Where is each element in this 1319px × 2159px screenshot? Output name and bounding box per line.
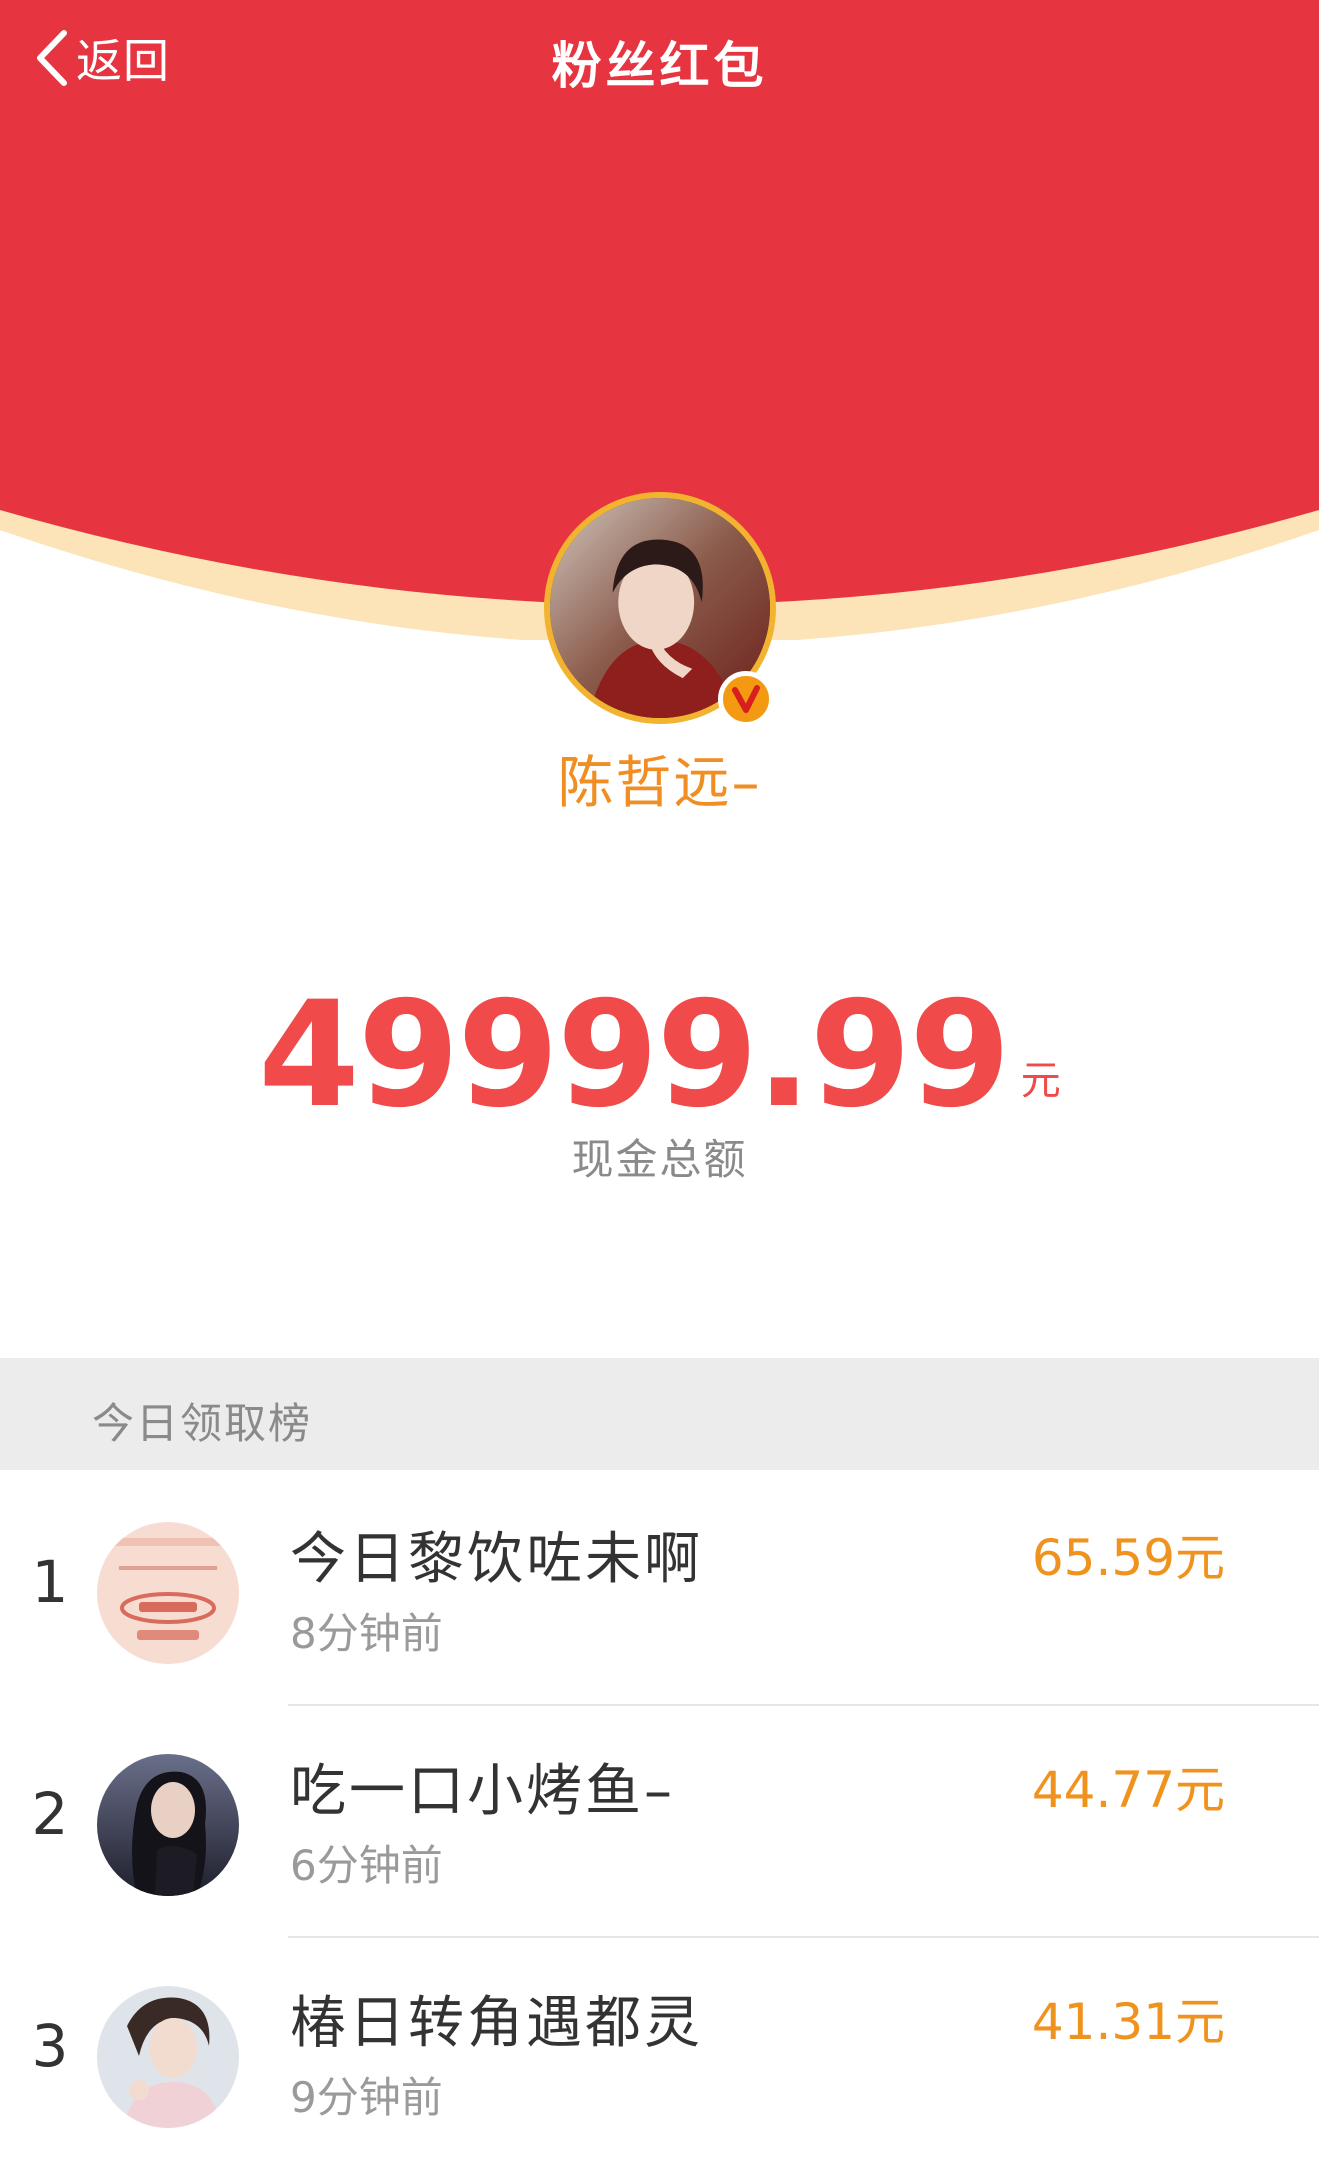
ranking-header-label: 今日领取榜 bbox=[92, 1399, 313, 1448]
rank-number: 2 bbox=[31, 1780, 69, 1848]
ranking-row[interactable]: 3 椿日转角遇都灵 9分钟前 41.31元 bbox=[0, 1938, 1319, 2159]
rank-number: 1 bbox=[31, 1548, 69, 1616]
received-time: 9分钟前 bbox=[290, 2073, 443, 2122]
received-amount: 44.77元 bbox=[1031, 1761, 1225, 1819]
ranking-row[interactable]: 2 吃一口小烤鱼– 6分钟前 44.77元 bbox=[0, 1706, 1319, 1938]
received-amount: 41.31元 bbox=[1031, 1993, 1225, 2051]
total-amount-unit: 元 bbox=[1020, 1058, 1061, 1104]
page-title: 粉丝红包 bbox=[551, 37, 768, 95]
received-time: 6分钟前 bbox=[290, 1841, 443, 1890]
total-amount-label: 现金总额 bbox=[571, 1135, 748, 1184]
received-time: 8分钟前 bbox=[290, 1609, 443, 1658]
avatar[interactable] bbox=[97, 1754, 239, 1896]
avatar[interactable] bbox=[97, 1986, 239, 2128]
host-name[interactable]: 陈哲远– bbox=[0, 738, 1319, 819]
rank-number: 3 bbox=[31, 2012, 69, 2080]
recipient-name: 今日黎饮咗未啊 bbox=[290, 1527, 703, 1592]
navigation-bar: 返回 粉丝红包 bbox=[0, 0, 1319, 120]
portrait-avatar bbox=[97, 1754, 239, 1896]
portrait-avatar bbox=[97, 1986, 239, 2128]
recipient-name: 椿日转角遇都灵 bbox=[290, 1991, 703, 2056]
total-amount: 49999.99 元 bbox=[0, 970, 1319, 1140]
received-amount: 65.59元 bbox=[1031, 1529, 1225, 1587]
v-badge-icon bbox=[718, 671, 774, 727]
total-amount-value: 49999.99 bbox=[258, 970, 1011, 1140]
avatar[interactable] bbox=[97, 1522, 239, 1664]
recipient-name: 吃一口小烤鱼– bbox=[290, 1759, 675, 1824]
ranking-header: 今日领取榜 bbox=[0, 1358, 1319, 1470]
ranking-row[interactable]: 1 今日黎饮咗未啊 8分钟前 65.59元 bbox=[0, 1474, 1319, 1706]
yakult-logo-avatar bbox=[97, 1522, 239, 1664]
